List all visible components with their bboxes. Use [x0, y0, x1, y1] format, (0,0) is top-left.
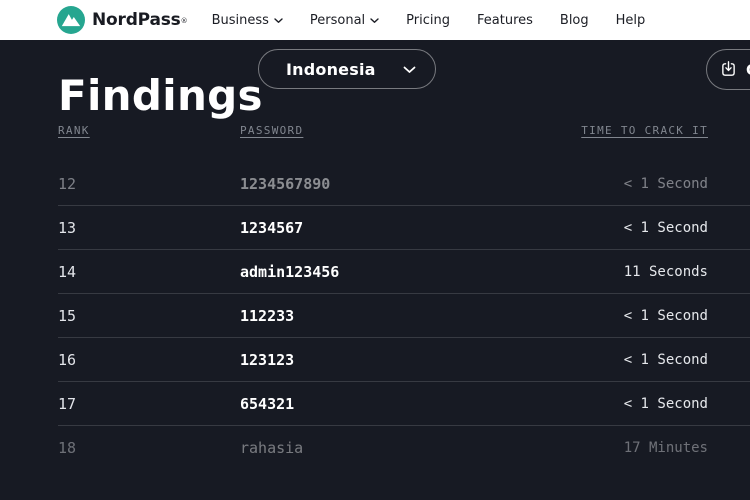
password-cell: 654321 — [240, 395, 624, 413]
time-cell: < 1 Second — [624, 176, 750, 192]
password-cell: 1234567890 — [240, 175, 624, 193]
chevron-down-icon — [370, 18, 379, 24]
trademark-symbol: ® — [181, 17, 188, 25]
download-button-label: CSV — [746, 61, 750, 79]
nordpass-logo[interactable]: NordPass ® — [57, 6, 188, 34]
time-cell: 17 Minutes — [624, 440, 750, 456]
table-header-row: RANK PASSWORD TIME TO CRACK IT — [58, 124, 750, 137]
rank-cell: 12 — [58, 175, 240, 193]
table-row: 13 1234567 < 1 Second — [58, 206, 750, 250]
time-cell: 11 Seconds — [624, 264, 750, 280]
country-dropdown[interactable]: Indonesia — [258, 49, 436, 89]
rank-cell: 13 — [58, 219, 240, 237]
time-cell: < 1 Second — [624, 220, 750, 236]
table-row: 16 123123 < 1 Second — [58, 338, 750, 382]
chevron-down-icon — [274, 18, 283, 24]
top-navigation-bar: NordPass ® Business Personal Pricing Fea… — [0, 0, 750, 40]
rank-cell: 16 — [58, 351, 240, 369]
nav-item-features[interactable]: Features — [477, 13, 533, 28]
download-icon — [720, 61, 737, 78]
chevron-down-icon — [403, 66, 416, 74]
column-header-time[interactable]: TIME TO CRACK IT — [581, 124, 750, 137]
table-row: 14 admin123456 11 Seconds — [58, 250, 750, 294]
nav-item-help[interactable]: Help — [616, 13, 646, 28]
rank-cell: 18 — [58, 439, 240, 457]
password-cell: rahasia — [240, 439, 624, 457]
rank-cell: 15 — [58, 307, 240, 325]
password-cell: admin123456 — [240, 263, 624, 281]
rank-cell: 17 — [58, 395, 240, 413]
nordpass-mountain-icon — [57, 6, 85, 34]
page-title: Findings — [58, 72, 263, 120]
table-row: 15 112233 < 1 Second — [58, 294, 750, 338]
nav-item-pricing[interactable]: Pricing — [406, 13, 450, 28]
time-cell: < 1 Second — [624, 396, 750, 412]
nav-item-personal[interactable]: Personal — [310, 13, 379, 28]
table-body: 12 1234567890 < 1 Second 13 1234567 < 1 … — [58, 162, 750, 469]
main-nav: Business Personal Pricing Features Blog … — [212, 13, 646, 28]
country-dropdown-value: Indonesia — [286, 60, 376, 79]
nav-item-blog[interactable]: Blog — [560, 13, 589, 28]
table-row: 18 rahasia 17 Minutes — [58, 426, 750, 469]
download-button[interactable]: CSV — [706, 49, 750, 90]
table-row: 12 1234567890 < 1 Second — [58, 162, 750, 206]
column-header-password[interactable]: PASSWORD — [240, 124, 303, 137]
nav-item-business[interactable]: Business — [212, 13, 283, 28]
passwords-table: RANK PASSWORD TIME TO CRACK IT 12 123456… — [58, 124, 750, 469]
password-cell: 1234567 — [240, 219, 624, 237]
time-cell: < 1 Second — [624, 308, 750, 324]
brand-wordmark: NordPass — [92, 10, 181, 30]
time-cell: < 1 Second — [624, 352, 750, 368]
column-header-rank[interactable]: RANK — [58, 124, 90, 137]
password-cell: 123123 — [240, 351, 624, 369]
rank-cell: 14 — [58, 263, 240, 281]
table-row: 17 654321 < 1 Second — [58, 382, 750, 426]
password-cell: 112233 — [240, 307, 624, 325]
